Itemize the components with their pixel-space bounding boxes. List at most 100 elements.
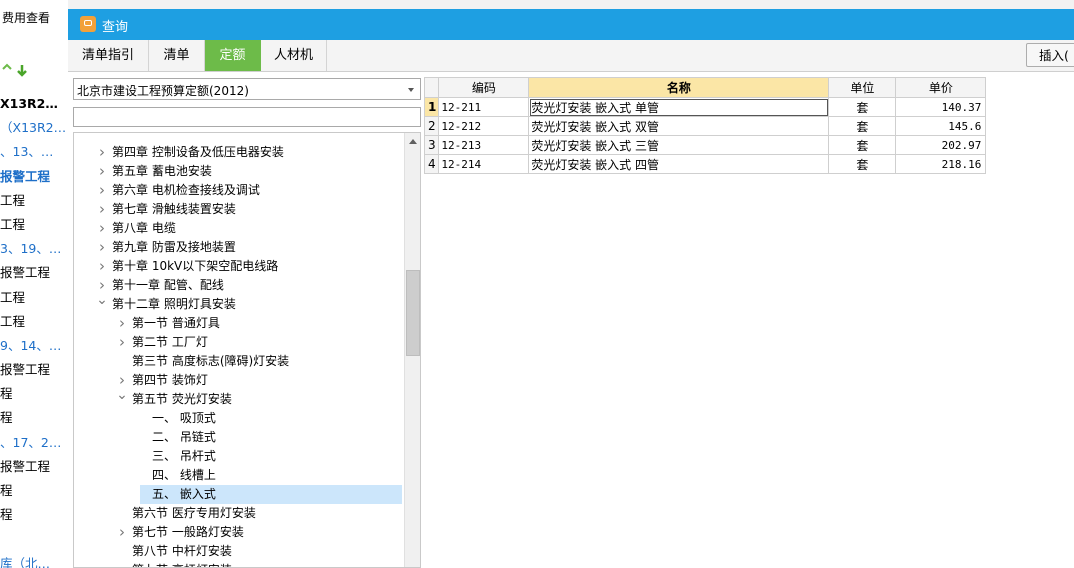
- unit-cell[interactable]: 套: [828, 116, 897, 136]
- expand-chevron-icon[interactable]: ›: [116, 561, 128, 567]
- tab-bill-guide[interactable]: 清单指引: [68, 40, 149, 71]
- background-list-item[interactable]: 报警工程: [0, 261, 68, 285]
- tree-node-label: 四、 线槽上: [152, 468, 216, 482]
- tree-node-label: 一、 吸顶式: [152, 411, 216, 425]
- expand-chevron-icon[interactable]: ›: [96, 181, 108, 200]
- unit-cell[interactable]: 套: [828, 135, 897, 155]
- background-list-item[interactable]: 程: [0, 406, 68, 430]
- expand-chevron-icon[interactable]: ›: [96, 238, 108, 257]
- name-cell[interactable]: 荧光灯安装 嵌入式 单管: [528, 97, 830, 117]
- tree-node[interactable]: › 第六章 电机检查接线及调试: [74, 181, 404, 200]
- tree-node[interactable]: › 第八章 电缆: [74, 219, 404, 238]
- tree-node[interactable]: 三、 吊杆式: [74, 447, 404, 466]
- expand-chevron-icon[interactable]: ›: [96, 143, 108, 162]
- tree-scrollbar[interactable]: [404, 133, 420, 567]
- tree-node[interactable]: 第八节 中杆灯安装: [74, 542, 404, 561]
- unit-cell[interactable]: 套: [828, 154, 897, 174]
- row-number-cell[interactable]: 1: [423, 97, 440, 117]
- expand-chevron-icon[interactable]: ›: [96, 162, 108, 181]
- background-list-item[interactable]: 报警工程: [0, 358, 68, 382]
- scroll-thumb[interactable]: [406, 270, 420, 356]
- scroll-up-arrow-icon[interactable]: [405, 133, 420, 150]
- price-cell[interactable]: 218.16: [895, 154, 987, 174]
- tree-node[interactable]: › 第五章 蓄电池安装: [74, 162, 404, 181]
- tree-node[interactable]: › 第七节 一般路灯安装: [74, 523, 404, 542]
- collapse-chevron-icon[interactable]: ⌄: [116, 386, 128, 405]
- tree-node[interactable]: 一、 吸顶式: [74, 409, 404, 428]
- code-cell[interactable]: 12-214: [438, 154, 530, 174]
- table-row[interactable]: 4 12-214 荧光灯安装 嵌入式 四管套 218.16: [423, 154, 987, 174]
- code-cell[interactable]: 12-213: [438, 135, 530, 155]
- column-header-code[interactable]: 编码: [438, 77, 530, 98]
- unit-cell[interactable]: 套: [828, 97, 897, 117]
- expand-chevron-icon[interactable]: ›: [96, 200, 108, 219]
- tree-node-label: 第六章 电机检查接线及调试: [112, 183, 260, 197]
- background-list-item[interactable]: 程: [0, 382, 68, 406]
- tree-node[interactable]: › 第九章 防雷及接地装置: [74, 238, 404, 257]
- background-list-item[interactable]: 、13、…: [0, 140, 68, 164]
- tree-node[interactable]: › 第十章 10kV以下架空配电线路: [74, 257, 404, 276]
- tree-node[interactable]: 第三节 高度标志(障碍)灯安装: [74, 352, 404, 371]
- tree-node[interactable]: › 第二节 工厂灯: [74, 333, 404, 352]
- price-cell[interactable]: 145.6: [895, 116, 987, 136]
- tab-quota[interactable]: 定额: [205, 40, 261, 71]
- background-list-item[interactable]: [0, 527, 68, 551]
- expand-chevron-icon[interactable]: ›: [116, 333, 128, 352]
- row-number-cell[interactable]: 3: [423, 135, 440, 155]
- dropdown-caret-icon: [408, 88, 414, 92]
- price-cell[interactable]: 202.97: [895, 135, 987, 155]
- move-arrows-icon[interactable]: [0, 62, 68, 80]
- background-list-item[interactable]: 9、14、…: [0, 334, 68, 358]
- expand-chevron-icon[interactable]: ›: [116, 523, 128, 542]
- name-cell[interactable]: 荧光灯安装 嵌入式 三管: [528, 135, 830, 155]
- tree-node[interactable]: 五、 嵌入式: [140, 485, 402, 504]
- name-cell[interactable]: 荧光灯安装 嵌入式 双管: [528, 116, 830, 136]
- code-cell[interactable]: 12-212: [438, 116, 530, 136]
- table-row[interactable]: 2 12-212 荧光灯安装 嵌入式 双管套 145.6: [423, 116, 987, 136]
- tab-bill[interactable]: 清单: [149, 40, 205, 71]
- row-number-cell[interactable]: 4: [423, 154, 440, 174]
- expand-chevron-icon[interactable]: ›: [96, 219, 108, 238]
- insert-button[interactable]: 插入(: [1026, 43, 1074, 67]
- price-cell[interactable]: 140.37: [895, 97, 987, 117]
- column-header-price[interactable]: 单价: [895, 77, 987, 98]
- tree-node[interactable]: › 第一节 普通灯具: [74, 314, 404, 333]
- column-header-name[interactable]: 名称: [528, 77, 830, 98]
- tree-node[interactable]: ⌄ 第五节 荧光灯安装: [74, 387, 404, 409]
- name-cell[interactable]: 荧光灯安装 嵌入式 四管: [528, 154, 830, 174]
- background-list-item[interactable]: 报警工程: [0, 455, 68, 479]
- background-list-item[interactable]: 库（北…: [0, 552, 68, 568]
- background-list-item[interactable]: X13R2…: [0, 92, 68, 116]
- code-cell[interactable]: 12-211: [438, 97, 530, 117]
- table-row[interactable]: 3 12-213 荧光灯安装 嵌入式 三管套 202.97: [423, 135, 987, 155]
- tree-node[interactable]: › 第七章 滑触线装置安装: [74, 200, 404, 219]
- tree-node[interactable]: › 第九节 高杆灯安装: [74, 561, 404, 567]
- tree-node[interactable]: 二、 吊链式: [74, 428, 404, 447]
- tree-node[interactable]: ⌄ 第十二章 照明灯具安装: [74, 292, 404, 314]
- tab-labor-material-machine[interactable]: 人材机: [261, 40, 327, 71]
- background-list-item[interactable]: 工程: [0, 189, 68, 213]
- fee-view-label[interactable]: 费用查看: [2, 9, 50, 26]
- search-input[interactable]: [73, 107, 421, 127]
- expand-chevron-icon[interactable]: ›: [116, 314, 128, 333]
- background-list-item[interactable]: （X13R2…: [0, 116, 68, 140]
- table-row[interactable]: 1 12-211 荧光灯安装 嵌入式 单管套 140.37: [423, 97, 987, 117]
- background-list-item[interactable]: 、17、2…: [0, 431, 68, 455]
- collapse-chevron-icon[interactable]: ⌄: [96, 291, 108, 310]
- tree-node[interactable]: › 第十一章 配管、配线: [74, 276, 404, 295]
- background-list-item[interactable]: 程: [0, 479, 68, 503]
- expand-chevron-icon[interactable]: ›: [96, 257, 108, 276]
- dialog-title-bar[interactable]: 查询: [68, 9, 1074, 40]
- background-list-item[interactable]: 工程: [0, 310, 68, 334]
- quota-library-select[interactable]: 北京市建设工程预算定额(2012): [73, 78, 421, 100]
- tree-node[interactable]: › 第四章 控制设备及低压电器安装: [74, 143, 404, 162]
- tree-node[interactable]: 四、 线槽上: [74, 466, 404, 485]
- background-list-item[interactable]: 工程: [0, 213, 68, 237]
- background-list-item[interactable]: 工程: [0, 286, 68, 310]
- column-header-unit[interactable]: 单位: [828, 77, 897, 98]
- background-list-item[interactable]: 报警工程: [0, 165, 68, 189]
- tree-node[interactable]: 第六节 医疗专用灯安装: [74, 504, 404, 523]
- background-list-item[interactable]: 程: [0, 503, 68, 527]
- row-number-cell[interactable]: 2: [423, 116, 440, 136]
- background-list-item[interactable]: 3、19、…: [0, 237, 68, 261]
